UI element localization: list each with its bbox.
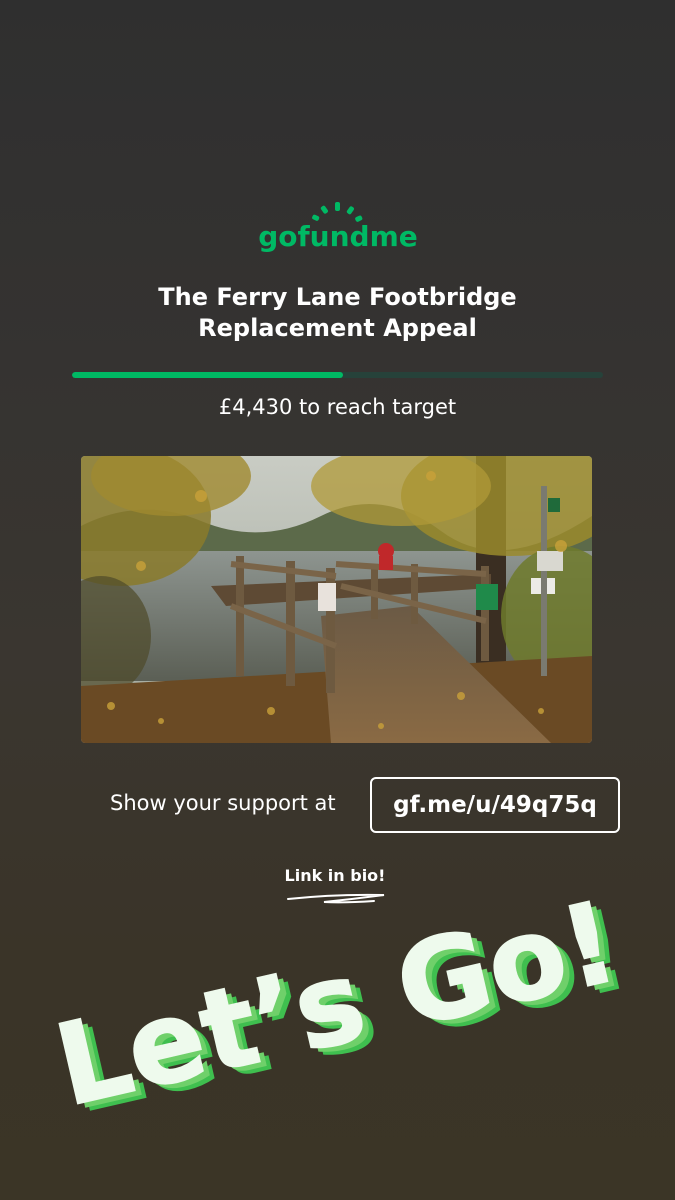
title-line-2: Replacement Appeal [198, 314, 477, 342]
progress-bar [72, 372, 603, 378]
title-line-1: The Ferry Lane Footbridge [158, 283, 517, 311]
campaign-link[interactable]: gf.me/u/49q75q [370, 777, 620, 833]
sticker-text: Let’s Go! [45, 877, 629, 1120]
remaining-amount: £4,430 to reach target [218, 395, 457, 419]
progress-bar-fill [72, 372, 343, 378]
campaign-title: The Ferry Lane Footbridge Replacement Ap… [60, 282, 615, 344]
footbridge-photo [81, 456, 592, 743]
gofundme-sun-icon: gofundme [258, 202, 418, 253]
gofundme-logo: gofundme [0, 200, 675, 256]
lets-go-sticker: Let’s Go! Let’s Go! Let’s Go! [44, 876, 641, 1120]
logo-text: gofundme [258, 220, 418, 253]
support-label: Show your support at [110, 791, 336, 815]
